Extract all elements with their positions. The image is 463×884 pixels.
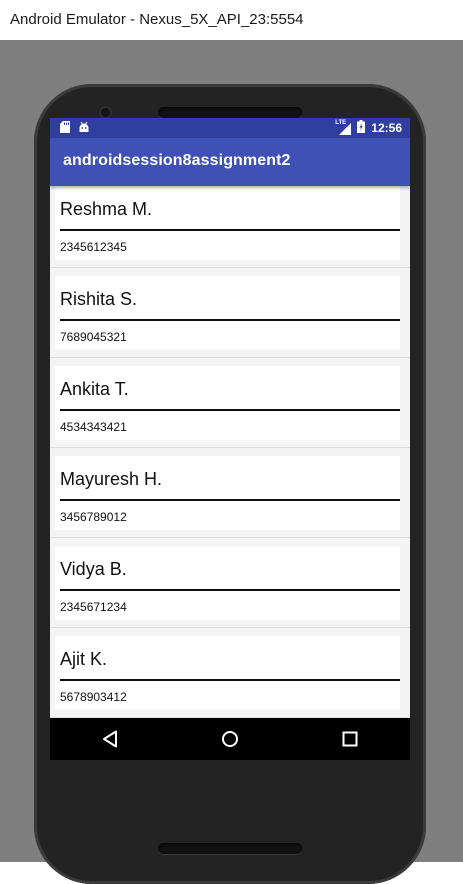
contact-phone: 2345671234 [60,600,127,614]
back-icon [103,730,117,748]
contact-name: Vidya B. [60,559,127,579]
battery-icon [357,120,366,136]
list-item[interactable]: Reshma M. 2345612345 [50,186,410,268]
signal-icon: LTE [335,120,352,135]
contact-name: Ankita T. [60,379,129,399]
device-screen: LTE 12:56 androidsession8assignment2 Res… [50,118,410,760]
recents-icon [342,731,358,747]
contact-name: Ajit K. [60,649,108,669]
app-toolbar: androidsession8assignment2 [50,138,410,186]
contact-phone: 2345612345 [60,240,127,254]
list-item[interactable]: Ankita T. 4534343421 [50,358,410,448]
status-clock: 12:56 [371,121,402,135]
name-divider [60,499,400,501]
top-speaker [158,107,302,118]
list-item[interactable]: Mayuresh H. 3456789012 [50,448,410,538]
contact-card: Rishita S. 7689045321 [55,276,400,350]
contact-phone: 7689045321 [60,330,127,344]
android-debug-icon [78,121,90,136]
front-camera [101,108,110,117]
app-title: androidsession8assignment2 [63,152,291,169]
contact-card: Reshma M. 2345612345 [55,186,400,260]
status-bar: LTE 12:56 [50,118,410,138]
bottom-speaker [158,843,302,854]
contact-phone: 5678903412 [60,690,127,704]
contact-card: Vidya B. 2345671234 [55,546,400,620]
contact-name: Mayuresh H. [60,469,163,489]
contact-phone: 3456789012 [60,510,127,524]
name-divider [60,319,400,321]
list-item[interactable]: Rishita S. 7689045321 [50,268,410,358]
list-item[interactable]: Vidya B. 2345671234 [50,538,410,628]
home-icon [222,731,238,747]
name-divider [60,589,400,591]
contact-card: Ajit K. 5678903412 [55,636,400,710]
sd-card-icon [60,121,70,136]
name-divider [60,679,400,681]
contact-name: Reshma M. [60,199,153,219]
recents-button[interactable] [330,721,370,757]
name-divider [60,229,400,231]
contact-list[interactable]: Reshma M. 2345612345 Rishita S. 76890453… [50,186,410,718]
contact-card: Mayuresh H. 3456789012 [55,456,400,530]
navigation-bar [50,718,410,760]
contact-name: Rishita S. [60,289,138,309]
back-button[interactable] [90,721,130,757]
name-divider [60,409,400,411]
contact-phone: 4534343421 [60,420,127,434]
list-item[interactable]: Ajit K. 5678903412 [50,628,410,718]
emulator-window-title: Android Emulator - Nexus_5X_API_23:5554 [0,0,463,40]
contact-card: Ankita T. 4534343421 [55,366,400,440]
home-button[interactable] [210,721,250,757]
